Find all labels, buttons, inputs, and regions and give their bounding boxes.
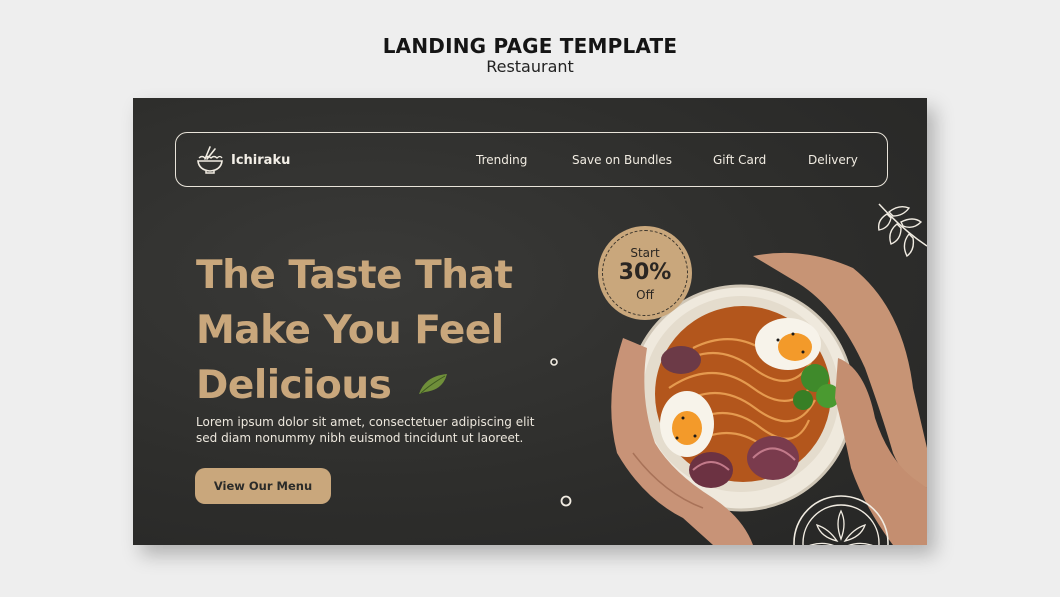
view-menu-button[interactable]: View Our Menu xyxy=(195,468,331,504)
brand-name: Ichiraku xyxy=(231,152,291,168)
ramen-bowl-icon xyxy=(197,146,223,174)
nav-link-trending[interactable]: Trending xyxy=(476,153,527,167)
description-line: Lorem ipsum dolor sit amet, consectetuer… xyxy=(196,415,535,429)
discount-badge: Start 30% Off xyxy=(598,226,692,320)
landing-page-card: Ichiraku Trending Save on Bundles Gift C… xyxy=(133,98,927,545)
hero-description: Lorem ipsum dolor sit amet, consectetuer… xyxy=(196,414,556,446)
nav-link-gift-card[interactable]: Gift Card xyxy=(713,153,766,167)
headline-line: Delicious xyxy=(196,363,392,408)
badge-off-label: Off xyxy=(636,288,654,302)
page-subtitle: Restaurant xyxy=(486,57,574,76)
leaf-sketch-icon xyxy=(877,203,927,258)
decor-circle-icon xyxy=(550,358,558,366)
leaf-icon xyxy=(419,374,447,394)
hero-headline: The Taste That Make You Feel Delicious xyxy=(196,248,576,413)
navbar: Ichiraku Trending Save on Bundles Gift C… xyxy=(175,132,888,187)
decor-circle-icon xyxy=(560,495,572,507)
headline-line: Make You Feel xyxy=(196,308,504,353)
badge-percent: 30% xyxy=(618,260,672,285)
nav-link-delivery[interactable]: Delivery xyxy=(808,153,858,167)
lemon-slice-sketch-icon xyxy=(793,495,889,545)
brand-logo[interactable]: Ichiraku xyxy=(196,144,290,176)
headline-line: The Taste That xyxy=(196,253,513,298)
badge-start-label: Start xyxy=(630,246,660,260)
nav-link-save-on-bundles[interactable]: Save on Bundles xyxy=(572,153,672,167)
description-line: sed diam nonummy nibh euismod tincidunt … xyxy=(196,431,524,445)
page-title: LANDING PAGE TEMPLATE xyxy=(382,34,678,58)
